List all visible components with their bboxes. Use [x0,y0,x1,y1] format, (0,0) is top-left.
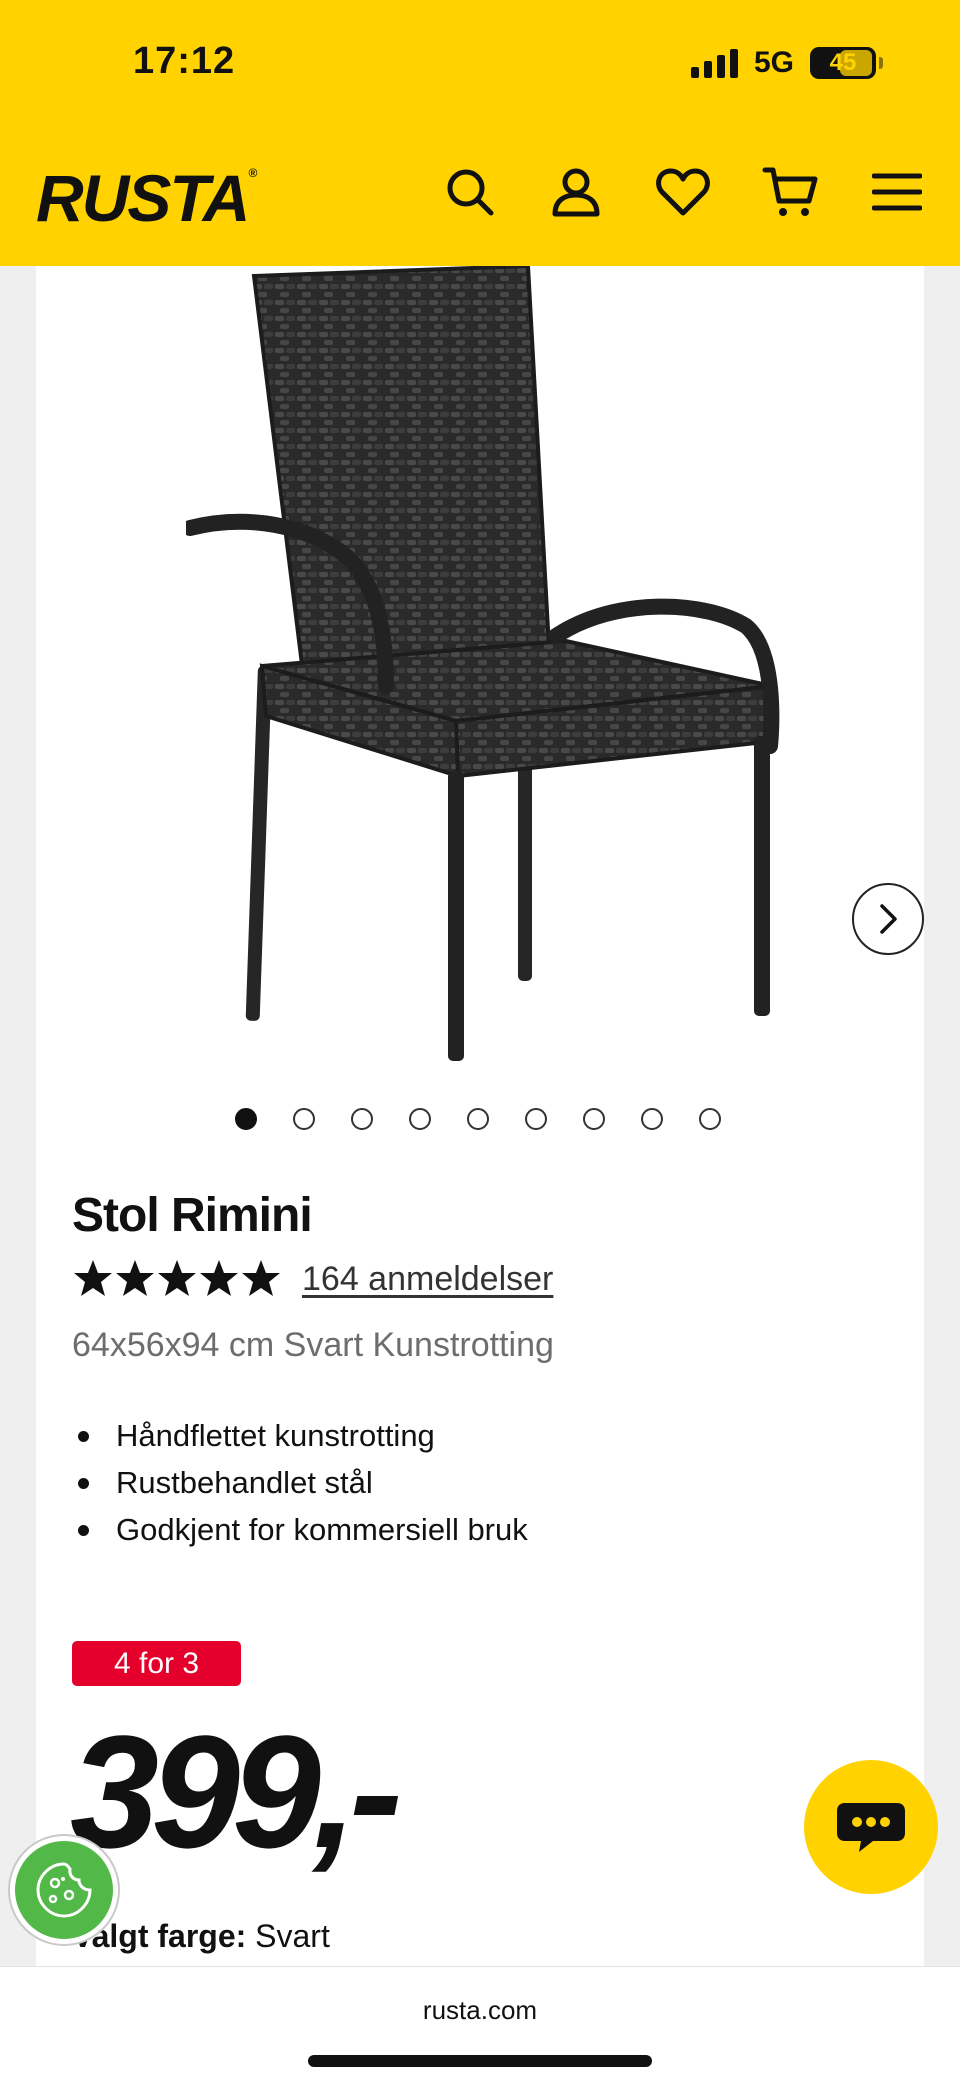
menu-icon[interactable] [867,162,927,222]
gallery-dot-1[interactable] [235,1108,257,1130]
product-title: Stol Rimini [72,1189,313,1242]
status-indicators: 5G 45 [690,46,883,80]
feature-list: Håndflettet kunstrotting Rustbehandlet s… [76,1412,528,1553]
product-page: 17:12 5G 45 RUSTA® Stol Rimini 164 anmel… [0,0,960,2081]
header: 17:12 5G 45 RUSTA® [0,0,960,266]
signal-icon [690,48,738,78]
chat-button[interactable] [804,1760,938,1894]
gallery-dot-3[interactable] [351,1108,373,1130]
star-rating [72,1258,286,1300]
cart-icon[interactable] [760,162,820,222]
heart-icon[interactable] [653,162,713,222]
gallery-dot-7[interactable] [583,1108,605,1130]
account-icon[interactable] [546,162,606,222]
selected-color: Valgt farge: Svart [72,1918,330,1955]
product-price: 399,- [70,1702,403,1881]
selected-color-value: Svart [255,1918,330,1954]
gallery-dot-2[interactable] [293,1108,315,1130]
network-label: 5G [753,46,794,79]
home-indicator [308,2055,652,2067]
promo-badge: 4 for 3 [72,1641,241,1686]
gallery-dot-9[interactable] [699,1108,721,1130]
url-label[interactable]: rusta.com [0,1995,960,2026]
rusta-logo[interactable]: RUSTA® [36,160,257,236]
stars-icon [74,1260,280,1296]
feature-item: Håndflettet kunstrotting [76,1412,528,1459]
product-rating: 164 anmeldelser [72,1258,553,1300]
product-subtitle: 64x56x94 cm Svart Kunstrotting [72,1326,554,1364]
next-image-button[interactable] [852,883,924,955]
feature-item: Rustbehandlet stål [76,1459,528,1506]
gallery-dot-6[interactable] [525,1108,547,1130]
reviews-link[interactable]: 164 anmeldelser [302,1260,553,1299]
gallery-dot-8[interactable] [641,1108,663,1130]
feature-item: Godkjent for kommersiell bruk [76,1506,528,1553]
chevron-right-icon [880,904,897,934]
cookie-settings-button[interactable] [10,1836,118,1944]
battery-percent: 45 [829,49,857,76]
gallery-dot-4[interactable] [409,1108,431,1130]
logo-text: RUSTA [36,161,250,235]
chat-icon [837,1803,905,1852]
cookie-icon [36,1862,92,1918]
battery-icon: 45 [810,47,883,79]
status-time: 17:12 [133,40,236,82]
gallery-pagination [235,1108,721,1130]
search-icon[interactable] [440,162,500,222]
browser-bar: rusta.com [0,1966,960,2081]
product-image[interactable] [182,263,806,1066]
registered-mark: ® [248,166,257,180]
gallery-dot-5[interactable] [467,1108,489,1130]
